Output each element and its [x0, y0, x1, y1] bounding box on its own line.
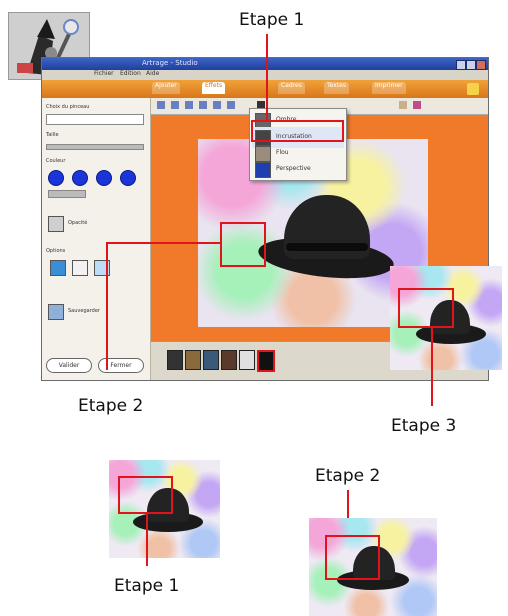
tool-icon-7[interactable]: [399, 101, 407, 109]
menu-file[interactable]: Fichier: [94, 70, 114, 77]
step-label-right: Etape 3: [391, 416, 457, 436]
title-bar: Artrage - Studio: [42, 58, 488, 70]
connector-line-right: [431, 326, 433, 406]
validate-button[interactable]: Valider: [46, 358, 92, 373]
effects-dropdown: Ombre Incrustation Flou Perspective: [249, 108, 347, 181]
film-thumb-6[interactable]: [257, 350, 275, 372]
connector-line-left-h: [106, 242, 222, 244]
options-label: Options: [46, 248, 66, 254]
tool-icon-2[interactable]: [171, 101, 179, 109]
tab-print[interactable]: Imprimer: [372, 82, 406, 94]
color-swatch-4[interactable]: [120, 170, 136, 186]
color-swatch-1[interactable]: [48, 170, 64, 186]
save-icon[interactable]: [48, 304, 64, 320]
step-label-bottom-right: Etape 2: [315, 466, 381, 486]
close-button[interactable]: [476, 60, 486, 70]
brush-select[interactable]: [46, 114, 144, 125]
menu-help[interactable]: Aide: [146, 70, 159, 77]
step-label-left: Etape 2: [78, 396, 144, 416]
menu-item-perspective[interactable]: Perspective: [252, 159, 344, 180]
hat-band: [286, 243, 368, 251]
highlight-canvas-area: [220, 222, 266, 267]
size-label: Taille: [46, 132, 59, 138]
highlight-result-area: [398, 288, 454, 328]
window-title: Artrage - Studio: [142, 59, 198, 67]
minimize-button[interactable]: [456, 60, 466, 70]
menu-edit[interactable]: Edition: [120, 70, 141, 77]
close-panel-button[interactable]: Fermer: [98, 358, 144, 373]
save-label: Sauvegarder: [68, 308, 100, 314]
tool-icon-3[interactable]: [185, 101, 193, 109]
option-icon-1[interactable]: [50, 260, 66, 276]
film-thumb-4[interactable]: [221, 350, 237, 370]
highlight-example-1: [118, 476, 173, 514]
perspective-icon: [255, 162, 271, 178]
size-slider[interactable]: [46, 144, 144, 150]
tab-frames[interactable]: Cadres: [278, 82, 305, 94]
connector-line-left-v: [106, 242, 108, 370]
menu-item-perspective-label: Perspective: [276, 165, 311, 172]
tool-icon-5[interactable]: [213, 101, 221, 109]
tool-icon-8[interactable]: [413, 101, 421, 109]
sidebar: Choix du pinceau Taille Couleur Opacité …: [42, 98, 151, 380]
film-thumb-5[interactable]: [239, 350, 255, 370]
menu-item-blur-label: Flou: [276, 149, 289, 156]
step-label-top: Etape 1: [239, 10, 305, 30]
home-icon[interactable]: [467, 83, 479, 95]
color-scroll[interactable]: [48, 190, 86, 198]
option-icon-2[interactable]: [72, 260, 88, 276]
color-swatch-3[interactable]: [96, 170, 112, 186]
brush-label: Choix du pinceau: [46, 104, 90, 110]
opacity-label: Opacité: [68, 220, 88, 226]
connector-line-example-1: [146, 514, 148, 566]
menu-bar: Fichier Edition Aide: [42, 70, 488, 80]
maximize-button[interactable]: [466, 60, 476, 70]
tool-icon-1[interactable]: [157, 101, 165, 109]
step-label-bottom-left: Etape 1: [114, 576, 180, 596]
highlight-example-2: [325, 535, 380, 580]
tab-bar: Ajouter Effets Cadres Textes Imprimer: [42, 80, 488, 98]
film-thumb-1[interactable]: [167, 350, 183, 370]
tool-icon-4[interactable]: [199, 101, 207, 109]
tab-effects[interactable]: Effets: [202, 82, 226, 94]
tool-icon-6[interactable]: [227, 101, 235, 109]
connector-line-top: [266, 34, 268, 122]
film-thumb-3[interactable]: [203, 350, 219, 370]
color-swatch-2[interactable]: [72, 170, 88, 186]
tab-text[interactable]: Textes: [324, 82, 349, 94]
tab-add[interactable]: Ajouter: [152, 82, 180, 94]
film-thumb-2[interactable]: [185, 350, 201, 370]
opacity-icon[interactable]: [48, 216, 64, 232]
color-label: Couleur: [46, 158, 66, 164]
highlight-inlay-option: [251, 120, 344, 142]
